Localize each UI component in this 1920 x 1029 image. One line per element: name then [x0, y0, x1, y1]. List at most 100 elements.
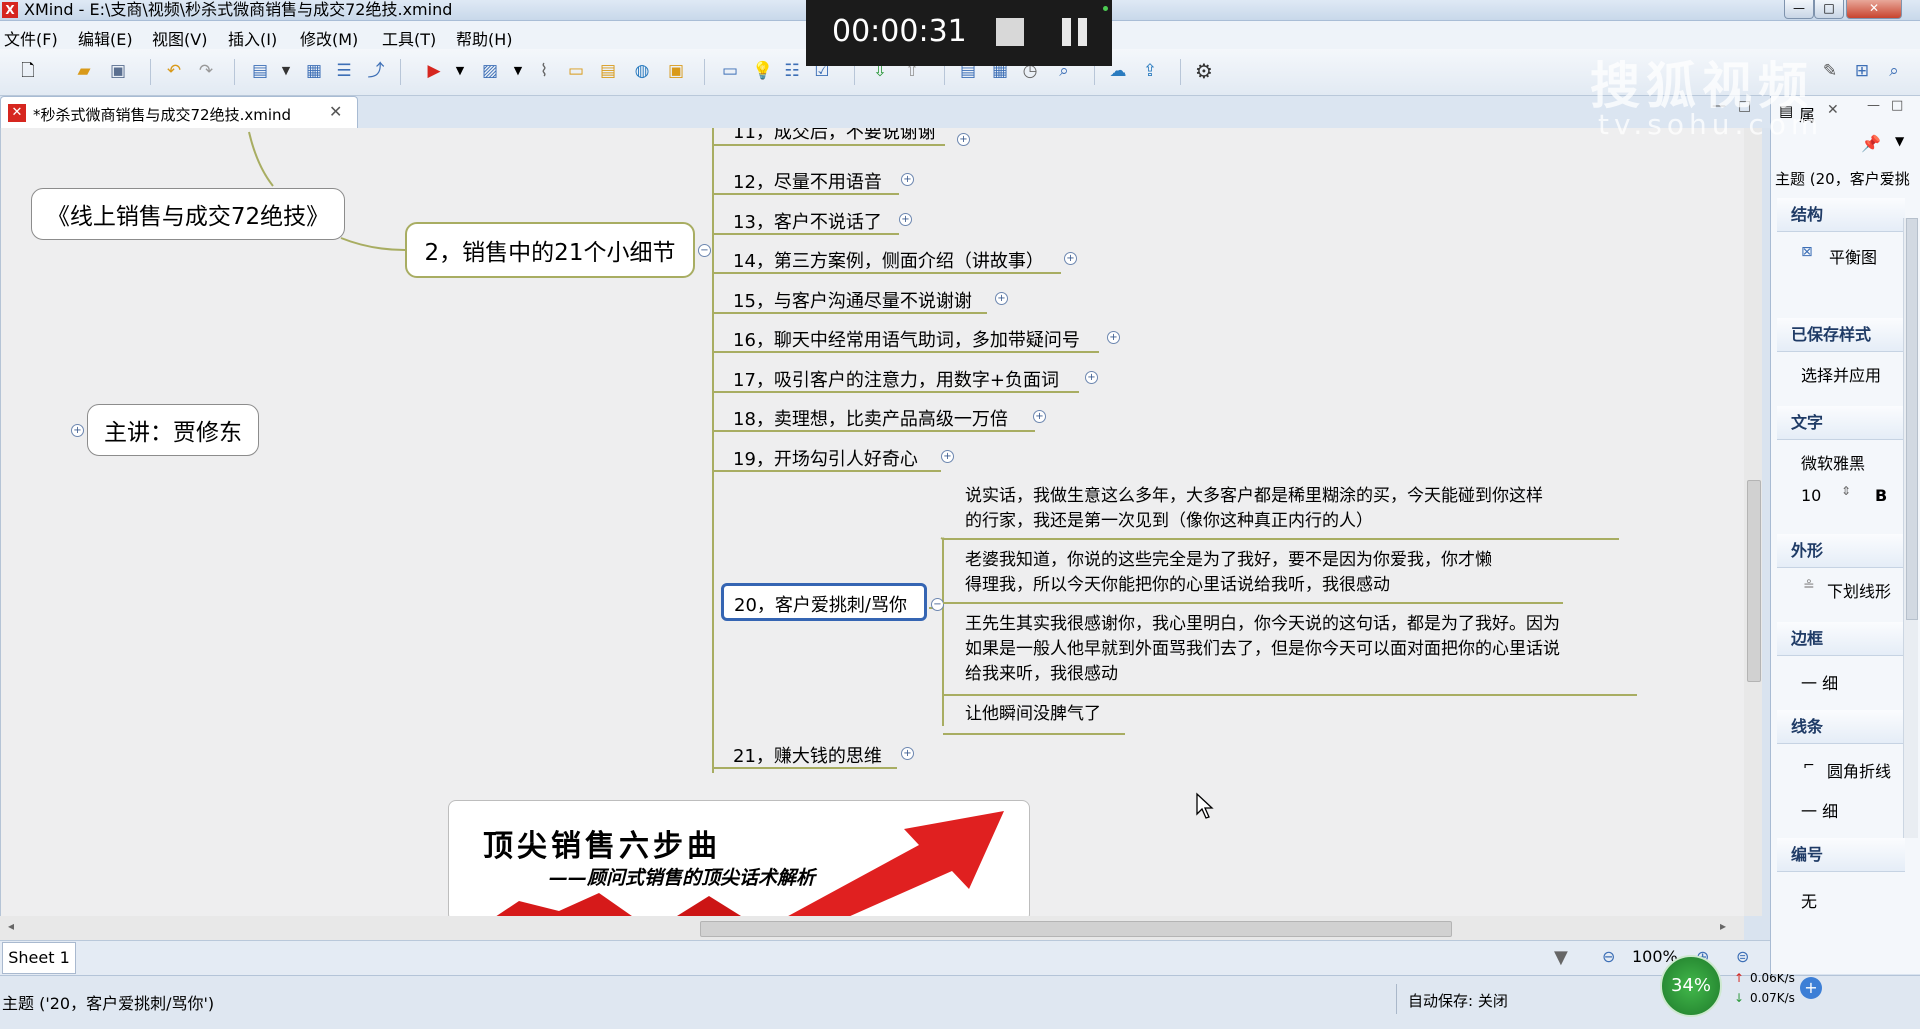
stop-recording-button[interactable]: [996, 18, 1024, 46]
horizontal-scrollbar[interactable]: ◂ ▸: [0, 916, 1744, 940]
subtopic-19[interactable]: 19，开场勾引人好奇心: [733, 445, 918, 471]
horizontal-scroll-thumb[interactable]: [700, 921, 1452, 937]
document-tab[interactable]: ✕ *秒杀式微商销售与成交72绝技.xmind ✕: [0, 96, 358, 129]
border-value[interactable]: 一 细: [1801, 670, 1838, 694]
section-text[interactable]: 文字: [1777, 406, 1905, 440]
expand-icon[interactable]: +: [957, 133, 970, 146]
maximize-panel-button[interactable]: □: [1891, 98, 1903, 113]
close-tab-icon[interactable]: ✕: [329, 102, 342, 121]
minimize-panel-button[interactable]: —: [1867, 98, 1880, 113]
note-1[interactable]: 说实话，我做生意这么多年，大多客户都是稀里糊涂的买，今天能碰到你这样 的行家，我…: [965, 484, 1543, 534]
dropdown-icon[interactable]: ▼: [508, 61, 528, 81]
subtopic-20-selected[interactable]: 20，客户爱挑刺/骂你: [721, 583, 927, 621]
open-icon[interactable]: ▰: [74, 61, 94, 81]
outline-icon[interactable]: ☷: [782, 61, 802, 81]
dropdown-icon[interactable]: ▼: [450, 61, 470, 81]
subtopic-18[interactable]: 18，卖理想，比卖产品高级一万倍: [733, 405, 1008, 431]
numbering-value[interactable]: 无: [1801, 888, 1817, 912]
line-width-value[interactable]: 一 细: [1801, 798, 1838, 822]
relationship-icon[interactable]: ⤴: [366, 61, 386, 81]
label-icon[interactable]: ▭: [566, 61, 586, 81]
subtopic-icon[interactable]: ▦: [304, 61, 324, 81]
topic-icon[interactable]: ▤: [250, 61, 270, 81]
bold-button[interactable]: B: [1875, 486, 1887, 505]
zoom-out-icon[interactable]: ⊖: [1602, 947, 1615, 966]
expand-icon[interactable]: +: [1107, 331, 1120, 344]
section-saved-styles[interactable]: 已保存样式: [1777, 318, 1905, 352]
scroll-left-icon[interactable]: ◂: [8, 919, 14, 933]
speaker-topic[interactable]: 主讲：贾修东: [87, 404, 259, 456]
mind-map-canvas[interactable]: 《线上销售与成交72绝技》 2，销售中的21个小细节 − 主讲：贾修东 + 11…: [0, 128, 1745, 916]
present-icon[interactable]: ▭: [720, 61, 740, 81]
scroll-right-icon[interactable]: ▸: [1720, 919, 1726, 933]
note-2[interactable]: 老婆我知道，你说的这些完全是为了我好，要不是因为你爱我，你才懒 得理我，所以今天…: [965, 548, 1492, 598]
expand-icon[interactable]: +: [901, 173, 914, 186]
menu-view[interactable]: 视图(V): [152, 26, 207, 50]
settings-icon[interactable]: ⚙: [1194, 61, 1214, 81]
subtopic-11[interactable]: 11，成交后，不要说谢谢: [733, 128, 936, 144]
network-plus-icon[interactable]: +: [1800, 977, 1822, 999]
undo-icon[interactable]: ↶: [164, 61, 184, 81]
font-size-stepper-icon[interactable]: ⇕: [1841, 484, 1851, 498]
idea-icon[interactable]: 💡: [752, 61, 773, 81]
image-icon[interactable]: ▨: [480, 61, 500, 81]
subtopic-21[interactable]: 21，赚大钱的思维: [733, 742, 882, 768]
menu-file[interactable]: 文件(F): [4, 26, 58, 50]
expand-icon[interactable]: +: [995, 292, 1008, 305]
font-size-value[interactable]: 10: [1801, 486, 1821, 505]
section-numbering[interactable]: 编号: [1777, 838, 1905, 872]
menu-tools[interactable]: 工具(T): [382, 26, 436, 50]
note-4[interactable]: 让他瞬间没脾气了: [965, 702, 1101, 727]
subtopic-12[interactable]: 12，尽量不用语音: [733, 168, 882, 194]
pause-recording-button-bar[interactable]: [1078, 18, 1087, 46]
pin-icon[interactable]: 📌: [1861, 134, 1881, 153]
panel-scroll-thumb[interactable]: [1906, 218, 1918, 620]
section-border[interactable]: 边框: [1777, 622, 1905, 656]
expand-icon[interactable]: +: [1085, 371, 1098, 384]
font-family-value[interactable]: 微软雅黑: [1801, 450, 1865, 474]
panel-scrollbar[interactable]: [1903, 218, 1918, 838]
audio-icon[interactable]: ▣: [666, 61, 686, 81]
shape-value[interactable]: 下划线形: [1827, 578, 1891, 602]
pause-recording-button[interactable]: [1062, 18, 1071, 46]
minimize-button[interactable]: —: [1784, 0, 1814, 19]
structure-value[interactable]: 平衡图: [1829, 244, 1877, 268]
section-structure[interactable]: 结构: [1777, 198, 1905, 232]
structure-icon[interactable]: ⊞: [1852, 61, 1872, 81]
note-3[interactable]: 王先生其实我很感谢你，我心里明白，你今天说的这句话，都是为了我好。因为 如果是一…: [965, 612, 1560, 687]
flag-icon[interactable]: ▶: [424, 61, 444, 81]
menu-edit[interactable]: 编辑(E): [78, 26, 133, 50]
line-shape-value[interactable]: 圆角折线: [1827, 758, 1891, 782]
collapse-icon[interactable]: −: [698, 244, 711, 257]
close-window-button[interactable]: ✕: [1846, 0, 1902, 19]
search-icon[interactable]: ⌕: [1884, 61, 1904, 81]
maximize-button[interactable]: □: [1814, 0, 1844, 19]
expand-icon[interactable]: +: [1064, 252, 1077, 265]
section-shape[interactable]: 外形: [1777, 534, 1905, 568]
collapse-icon[interactable]: −: [931, 598, 944, 611]
expand-icon[interactable]: +: [901, 747, 914, 760]
subtopic-13[interactable]: 13，客户不说话了: [733, 208, 882, 234]
subtopic-14[interactable]: 14，第三方案例，侧面介绍（讲故事）: [733, 247, 1044, 273]
vertical-scroll-thumb[interactable]: [1747, 480, 1761, 682]
redo-icon[interactable]: ↷: [196, 61, 216, 81]
menu-help[interactable]: 帮助(H): [456, 26, 513, 50]
attach-icon[interactable]: ⌇: [534, 61, 554, 81]
menu-modify[interactable]: 修改(M): [300, 26, 358, 50]
menu-insert[interactable]: 插入(I): [228, 26, 277, 50]
root-topic[interactable]: 《线上销售与成交72绝技》: [31, 188, 345, 240]
subtopic-15[interactable]: 15，与客户沟通尽量不说谢谢: [733, 287, 972, 313]
vertical-scrollbar[interactable]: [1744, 128, 1762, 916]
saved-style-value[interactable]: 选择并应用: [1801, 362, 1881, 386]
expand-icon[interactable]: +: [899, 213, 912, 226]
section-line[interactable]: 线条: [1777, 710, 1905, 744]
new-icon[interactable]: 🗋: [18, 61, 38, 81]
hyperlink-icon[interactable]: ◍: [632, 61, 652, 81]
panel-menu-icon[interactable]: ▼: [1895, 134, 1904, 148]
expand-icon[interactable]: +: [71, 424, 84, 437]
note-icon[interactable]: ▤: [598, 61, 618, 81]
dropdown-icon[interactable]: ▼: [276, 61, 296, 81]
export-icon[interactable]: ⇪: [1140, 61, 1160, 81]
branch-topic[interactable]: 2，销售中的21个小细节: [405, 222, 695, 278]
expand-icon[interactable]: +: [1033, 410, 1046, 423]
